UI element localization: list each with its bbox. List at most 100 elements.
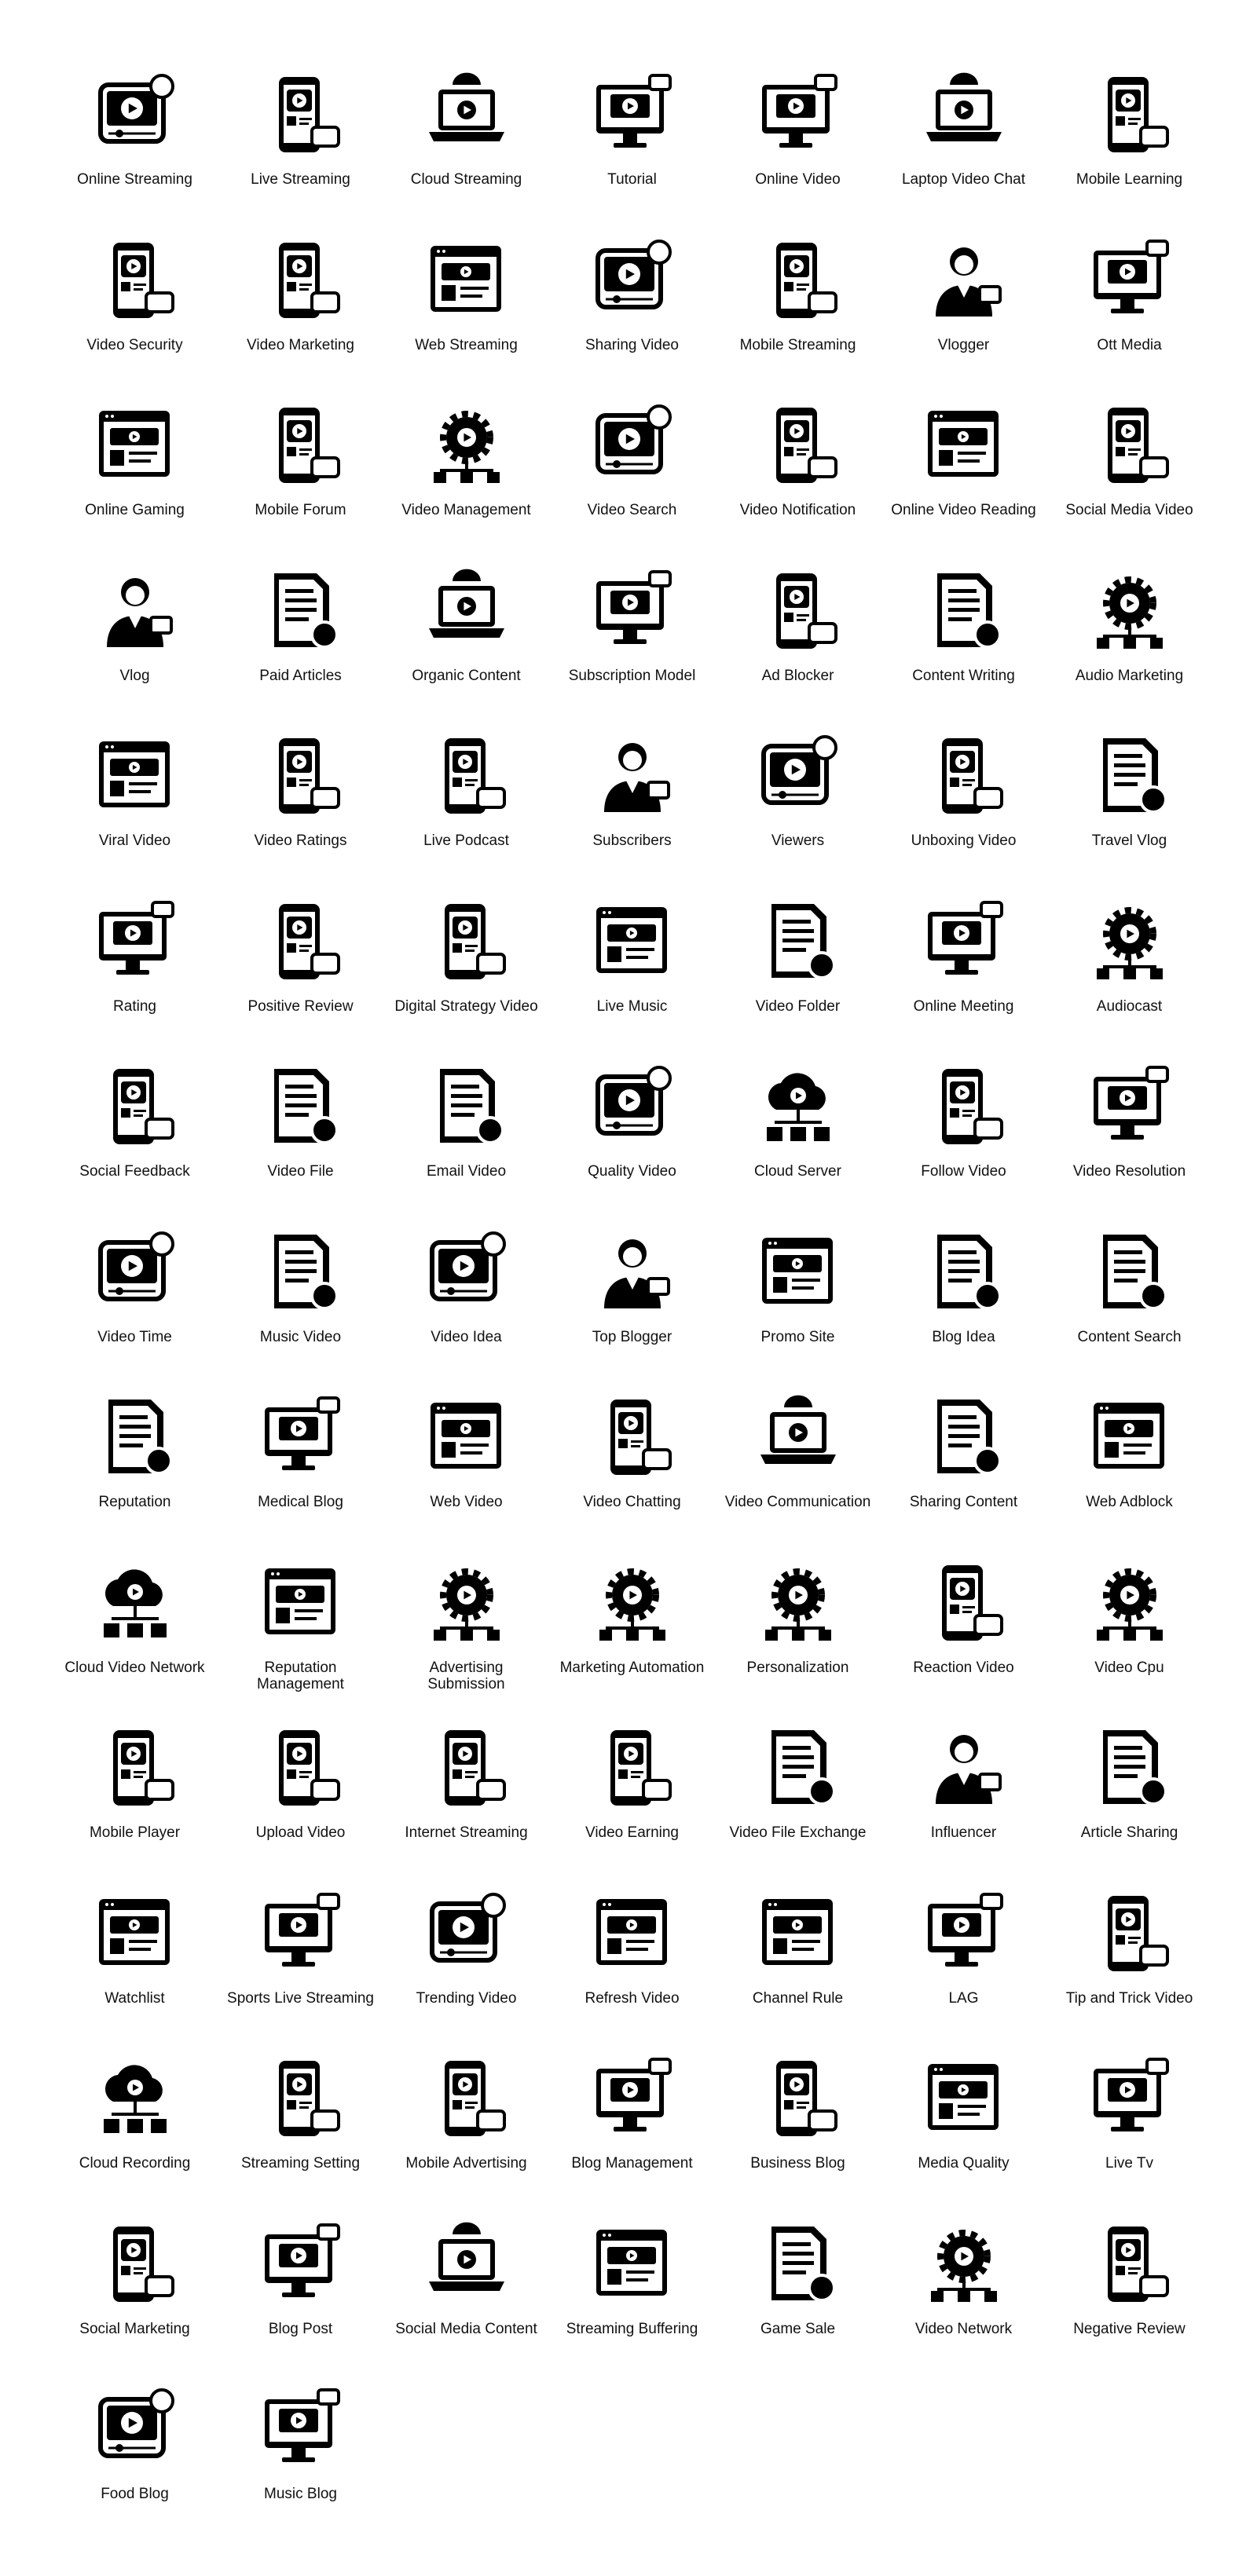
icon-tile[interactable]: Video Ratings bbox=[218, 724, 383, 890]
icon-tile[interactable]: Ott Media bbox=[1046, 229, 1212, 394]
icon-tile[interactable]: Web Streaming bbox=[383, 229, 549, 394]
icon-tile[interactable]: Live Streaming bbox=[218, 63, 383, 229]
icon-tile[interactable]: Cloud Server bbox=[715, 1055, 881, 1220]
icon-tile[interactable]: Web Video bbox=[383, 1385, 549, 1551]
icon-tile[interactable]: Unboxing Video bbox=[881, 724, 1046, 890]
icon-tile[interactable]: Video Time bbox=[52, 1220, 218, 1386]
icon-tile[interactable]: Online Gaming bbox=[52, 393, 218, 559]
icon-tile[interactable]: Blog Post bbox=[218, 2212, 383, 2378]
icon-tile[interactable]: Social Marketing bbox=[52, 2212, 218, 2378]
icon-tile[interactable]: Audiocast bbox=[1046, 890, 1212, 1056]
icon-tile[interactable]: Live Podcast bbox=[383, 724, 549, 890]
icon-tile[interactable]: Social Media Content bbox=[383, 2212, 549, 2378]
icon-tile[interactable]: Channel Rule bbox=[715, 1882, 881, 2047]
icon-tile[interactable]: Tutorial bbox=[549, 63, 715, 229]
icon-tile[interactable]: Travel Vlog bbox=[1046, 724, 1212, 890]
icon-tile[interactable]: Music Video bbox=[218, 1220, 383, 1386]
icon-tile[interactable]: Ad Blocker bbox=[715, 559, 881, 725]
icon-tile[interactable]: Mobile Streaming bbox=[715, 229, 881, 394]
icon-tile[interactable]: Internet Streaming bbox=[383, 1716, 549, 1882]
icon-tile[interactable]: Web Adblock bbox=[1046, 1385, 1212, 1551]
icon-tile[interactable]: Social Feedback bbox=[52, 1055, 218, 1220]
icon-tile[interactable]: Refresh Video bbox=[549, 1882, 715, 2047]
icon-tile[interactable]: Video Resolution bbox=[1046, 1055, 1212, 1220]
icon-tile[interactable]: Top Blogger bbox=[549, 1220, 715, 1386]
icon-tile[interactable]: Video File bbox=[218, 1055, 383, 1220]
icon-tile[interactable]: Video Chatting bbox=[549, 1385, 715, 1551]
icon-tile[interactable]: Sharing Content bbox=[881, 1385, 1046, 1551]
icon-tile[interactable]: Video File Exchange bbox=[715, 1716, 881, 1882]
icon-tile[interactable]: Food Blog bbox=[52, 2377, 218, 2543]
icon-tile[interactable]: Subscribers bbox=[549, 724, 715, 890]
icon-tile[interactable]: Mobile Forum bbox=[218, 393, 383, 559]
icon-tile[interactable]: Promo Site bbox=[715, 1220, 881, 1386]
icon-tile[interactable]: Mobile Player bbox=[52, 1716, 218, 1882]
icon-tile[interactable]: Organic Content bbox=[383, 559, 549, 725]
icon-tile[interactable]: Upload Video bbox=[218, 1716, 383, 1882]
icon-tile[interactable]: Mobile Advertising bbox=[383, 2047, 549, 2212]
icon-tile[interactable]: Video Notification bbox=[715, 393, 881, 559]
icon-tile[interactable]: Cloud Video Network bbox=[52, 1551, 218, 1717]
icon-tile[interactable]: Cloud Recording bbox=[52, 2047, 218, 2212]
icon-tile[interactable]: Reaction Video bbox=[881, 1551, 1046, 1717]
icon-tile[interactable]: Blog Idea bbox=[881, 1220, 1046, 1386]
icon-tile[interactable]: Medical Blog bbox=[218, 1385, 383, 1551]
icon-tile[interactable]: Video Management bbox=[383, 393, 549, 559]
icon-tile[interactable]: Sharing Video bbox=[549, 229, 715, 394]
icon-tile[interactable]: Video Idea bbox=[383, 1220, 549, 1386]
icon-tile[interactable]: Online Meeting bbox=[881, 890, 1046, 1056]
icon-tile[interactable]: Sports Live Streaming bbox=[218, 1882, 383, 2047]
icon-tile[interactable]: Streaming Setting bbox=[218, 2047, 383, 2212]
icon-tile[interactable]: Video Folder bbox=[715, 890, 881, 1056]
icon-tile[interactable]: Video Cpu bbox=[1046, 1551, 1212, 1717]
icon-tile[interactable]: Reputation bbox=[52, 1385, 218, 1551]
icon-tile[interactable]: Advertising Submission bbox=[383, 1551, 549, 1717]
icon-tile[interactable]: Watchlist bbox=[52, 1882, 218, 2047]
icon-tile[interactable]: Quality Video bbox=[549, 1055, 715, 1220]
icon-tile[interactable]: Viewers bbox=[715, 724, 881, 890]
icon-tile[interactable]: Live Tv bbox=[1046, 2047, 1212, 2212]
icon-tile[interactable]: Email Video bbox=[383, 1055, 549, 1220]
icon-tile[interactable]: Video Communication bbox=[715, 1385, 881, 1551]
icon-tile[interactable]: Social Media Video bbox=[1046, 393, 1212, 559]
icon-tile[interactable]: Online Video Reading bbox=[881, 393, 1046, 559]
icon-tile[interactable]: Influencer bbox=[881, 1716, 1046, 1882]
icon-tile[interactable]: Content Search bbox=[1046, 1220, 1212, 1386]
icon-tile[interactable]: Video Marketing bbox=[218, 229, 383, 394]
icon-tile[interactable]: Vlogger bbox=[881, 229, 1046, 394]
icon-tile[interactable]: Reputation Management bbox=[218, 1551, 383, 1717]
icon-tile[interactable]: Game Sale bbox=[715, 2212, 881, 2378]
icon-tile[interactable]: Video Search bbox=[549, 393, 715, 559]
icon-tile[interactable]: Video Earning bbox=[549, 1716, 715, 1882]
icon-tile[interactable]: Negative Review bbox=[1046, 2212, 1212, 2378]
icon-tile[interactable]: LAG bbox=[881, 1882, 1046, 2047]
icon-tile[interactable]: Video Network bbox=[881, 2212, 1046, 2378]
icon-tile[interactable]: Laptop Video Chat bbox=[881, 63, 1046, 229]
icon-tile[interactable]: Video Security bbox=[52, 229, 218, 394]
icon-tile[interactable]: Mobile Learning bbox=[1046, 63, 1212, 229]
icon-tile[interactable]: Follow Video bbox=[881, 1055, 1046, 1220]
icon-tile[interactable]: Viral Video bbox=[52, 724, 218, 890]
icon-tile[interactable]: Subscription Model bbox=[549, 559, 715, 725]
icon-tile[interactable]: Online Video bbox=[715, 63, 881, 229]
icon-tile[interactable]: Streaming Buffering bbox=[549, 2212, 715, 2378]
icon-tile[interactable]: Audio Marketing bbox=[1046, 559, 1212, 725]
icon-tile[interactable]: Digital Strategy Video bbox=[383, 890, 549, 1056]
icon-tile[interactable]: Marketing Automation bbox=[549, 1551, 715, 1717]
icon-tile[interactable]: Business Blog bbox=[715, 2047, 881, 2212]
icon-tile[interactable]: Personalization bbox=[715, 1551, 881, 1717]
icon-tile[interactable]: Cloud Streaming bbox=[383, 63, 549, 229]
icon-tile[interactable]: Media Quality bbox=[881, 2047, 1046, 2212]
icon-tile[interactable]: Music Blog bbox=[218, 2377, 383, 2543]
icon-tile[interactable]: Blog Management bbox=[549, 2047, 715, 2212]
icon-tile[interactable]: Vlog bbox=[52, 559, 218, 725]
icon-tile[interactable]: Tip and Trick Video bbox=[1046, 1882, 1212, 2047]
icon-tile[interactable]: Rating bbox=[52, 890, 218, 1056]
icon-tile[interactable]: Paid Articles bbox=[218, 559, 383, 725]
icon-tile[interactable]: Live Music bbox=[549, 890, 715, 1056]
icon-tile[interactable]: Article Sharing bbox=[1046, 1716, 1212, 1882]
icon-tile[interactable]: Content Writing bbox=[881, 559, 1046, 725]
icon-tile[interactable]: Positive Review bbox=[218, 890, 383, 1056]
icon-tile[interactable]: Online Streaming bbox=[52, 63, 218, 229]
icon-tile[interactable]: Trending Video bbox=[383, 1882, 549, 2047]
